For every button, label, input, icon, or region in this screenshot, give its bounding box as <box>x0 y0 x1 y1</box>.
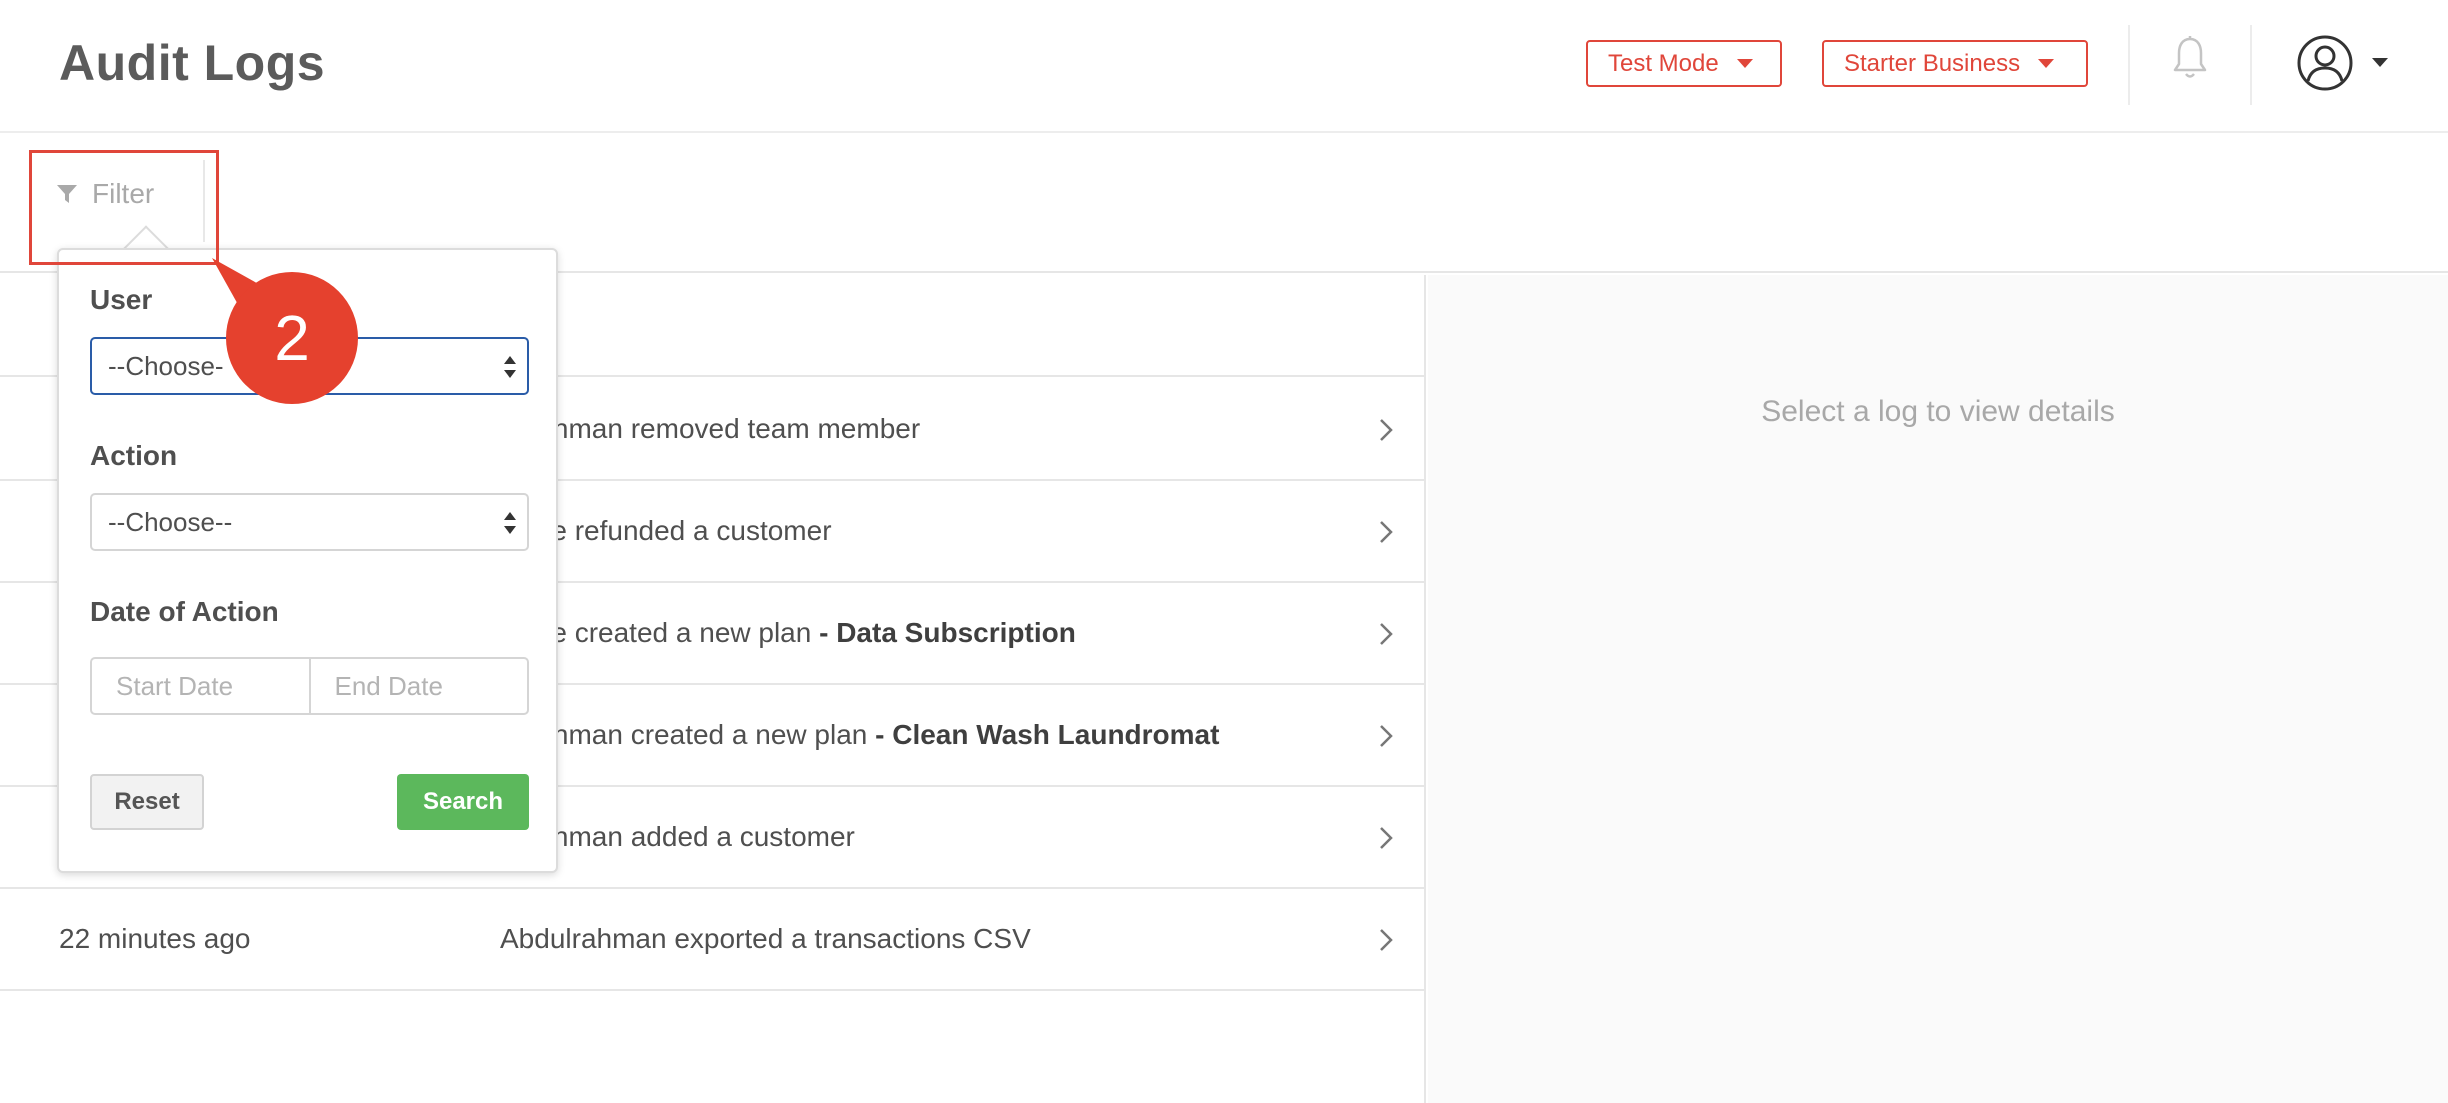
end-date-input[interactable]: End Date <box>308 659 528 713</box>
step-marker-badge: 2 <box>226 272 358 404</box>
user-select-value: --Choose- <box>108 350 224 381</box>
action-filter-label: Action <box>90 440 178 471</box>
page-title: Audit Logs <box>59 35 326 91</box>
top-header: Audit Logs Test Mode Starter Business <box>0 0 2448 133</box>
chevron-right-icon <box>1380 521 1393 543</box>
row-activity: Abdulrahman exported a transactions CSV <box>500 923 1031 954</box>
row-time: 22 minutes ago <box>59 923 251 954</box>
date-filter-label: Date of Action <box>90 596 279 627</box>
user-filter-label: User <box>90 284 153 315</box>
row-activity: lulrahman removed team member <box>500 413 921 444</box>
chevron-right-icon <box>1380 725 1393 747</box>
account-dropdown[interactable]: Starter Business <box>1822 40 2088 87</box>
test-mode-label: Test Mode <box>1608 49 1719 77</box>
caret-down-icon <box>2038 59 2055 68</box>
user-circle-icon[interactable] <box>2296 34 2354 92</box>
chevron-right-icon <box>1380 929 1393 951</box>
bell-icon[interactable] <box>2170 34 2210 84</box>
test-mode-dropdown[interactable]: Test Mode <box>1586 40 1782 87</box>
details-empty-text: Select a log to view details <box>1761 395 2115 428</box>
action-select[interactable]: --Choose-- <box>90 493 529 551</box>
header-divider <box>2128 25 2130 105</box>
select-arrows-icon <box>504 356 516 378</box>
row-activity: lulrahman created a new plan - Clean Was… <box>500 719 1220 750</box>
select-arrows-icon <box>504 512 516 534</box>
chevron-right-icon <box>1380 623 1393 645</box>
filter-highlight-box <box>29 150 219 265</box>
log-details-panel: Select a log to view details <box>1428 275 2448 1103</box>
action-select-value: --Choose-- <box>108 506 233 537</box>
start-date-input[interactable]: Start Date <box>92 659 309 713</box>
date-range-field: Start Date End Date <box>90 657 529 715</box>
user-menu-caret-icon[interactable] <box>2372 58 2388 67</box>
search-button[interactable]: Search <box>397 774 529 830</box>
table-row[interactable]: 22 minutes ago Abdulrahman exported a tr… <box>0 889 1426 991</box>
caret-down-icon <box>1736 59 1753 68</box>
chevron-right-icon <box>1380 827 1393 849</box>
row-activity: intine created a new plan - Data Subscri… <box>500 617 1076 648</box>
chevron-right-icon <box>1380 419 1393 441</box>
reset-button[interactable]: Reset <box>90 774 204 830</box>
account-label: Starter Business <box>1844 49 2021 77</box>
header-divider <box>2250 25 2252 105</box>
